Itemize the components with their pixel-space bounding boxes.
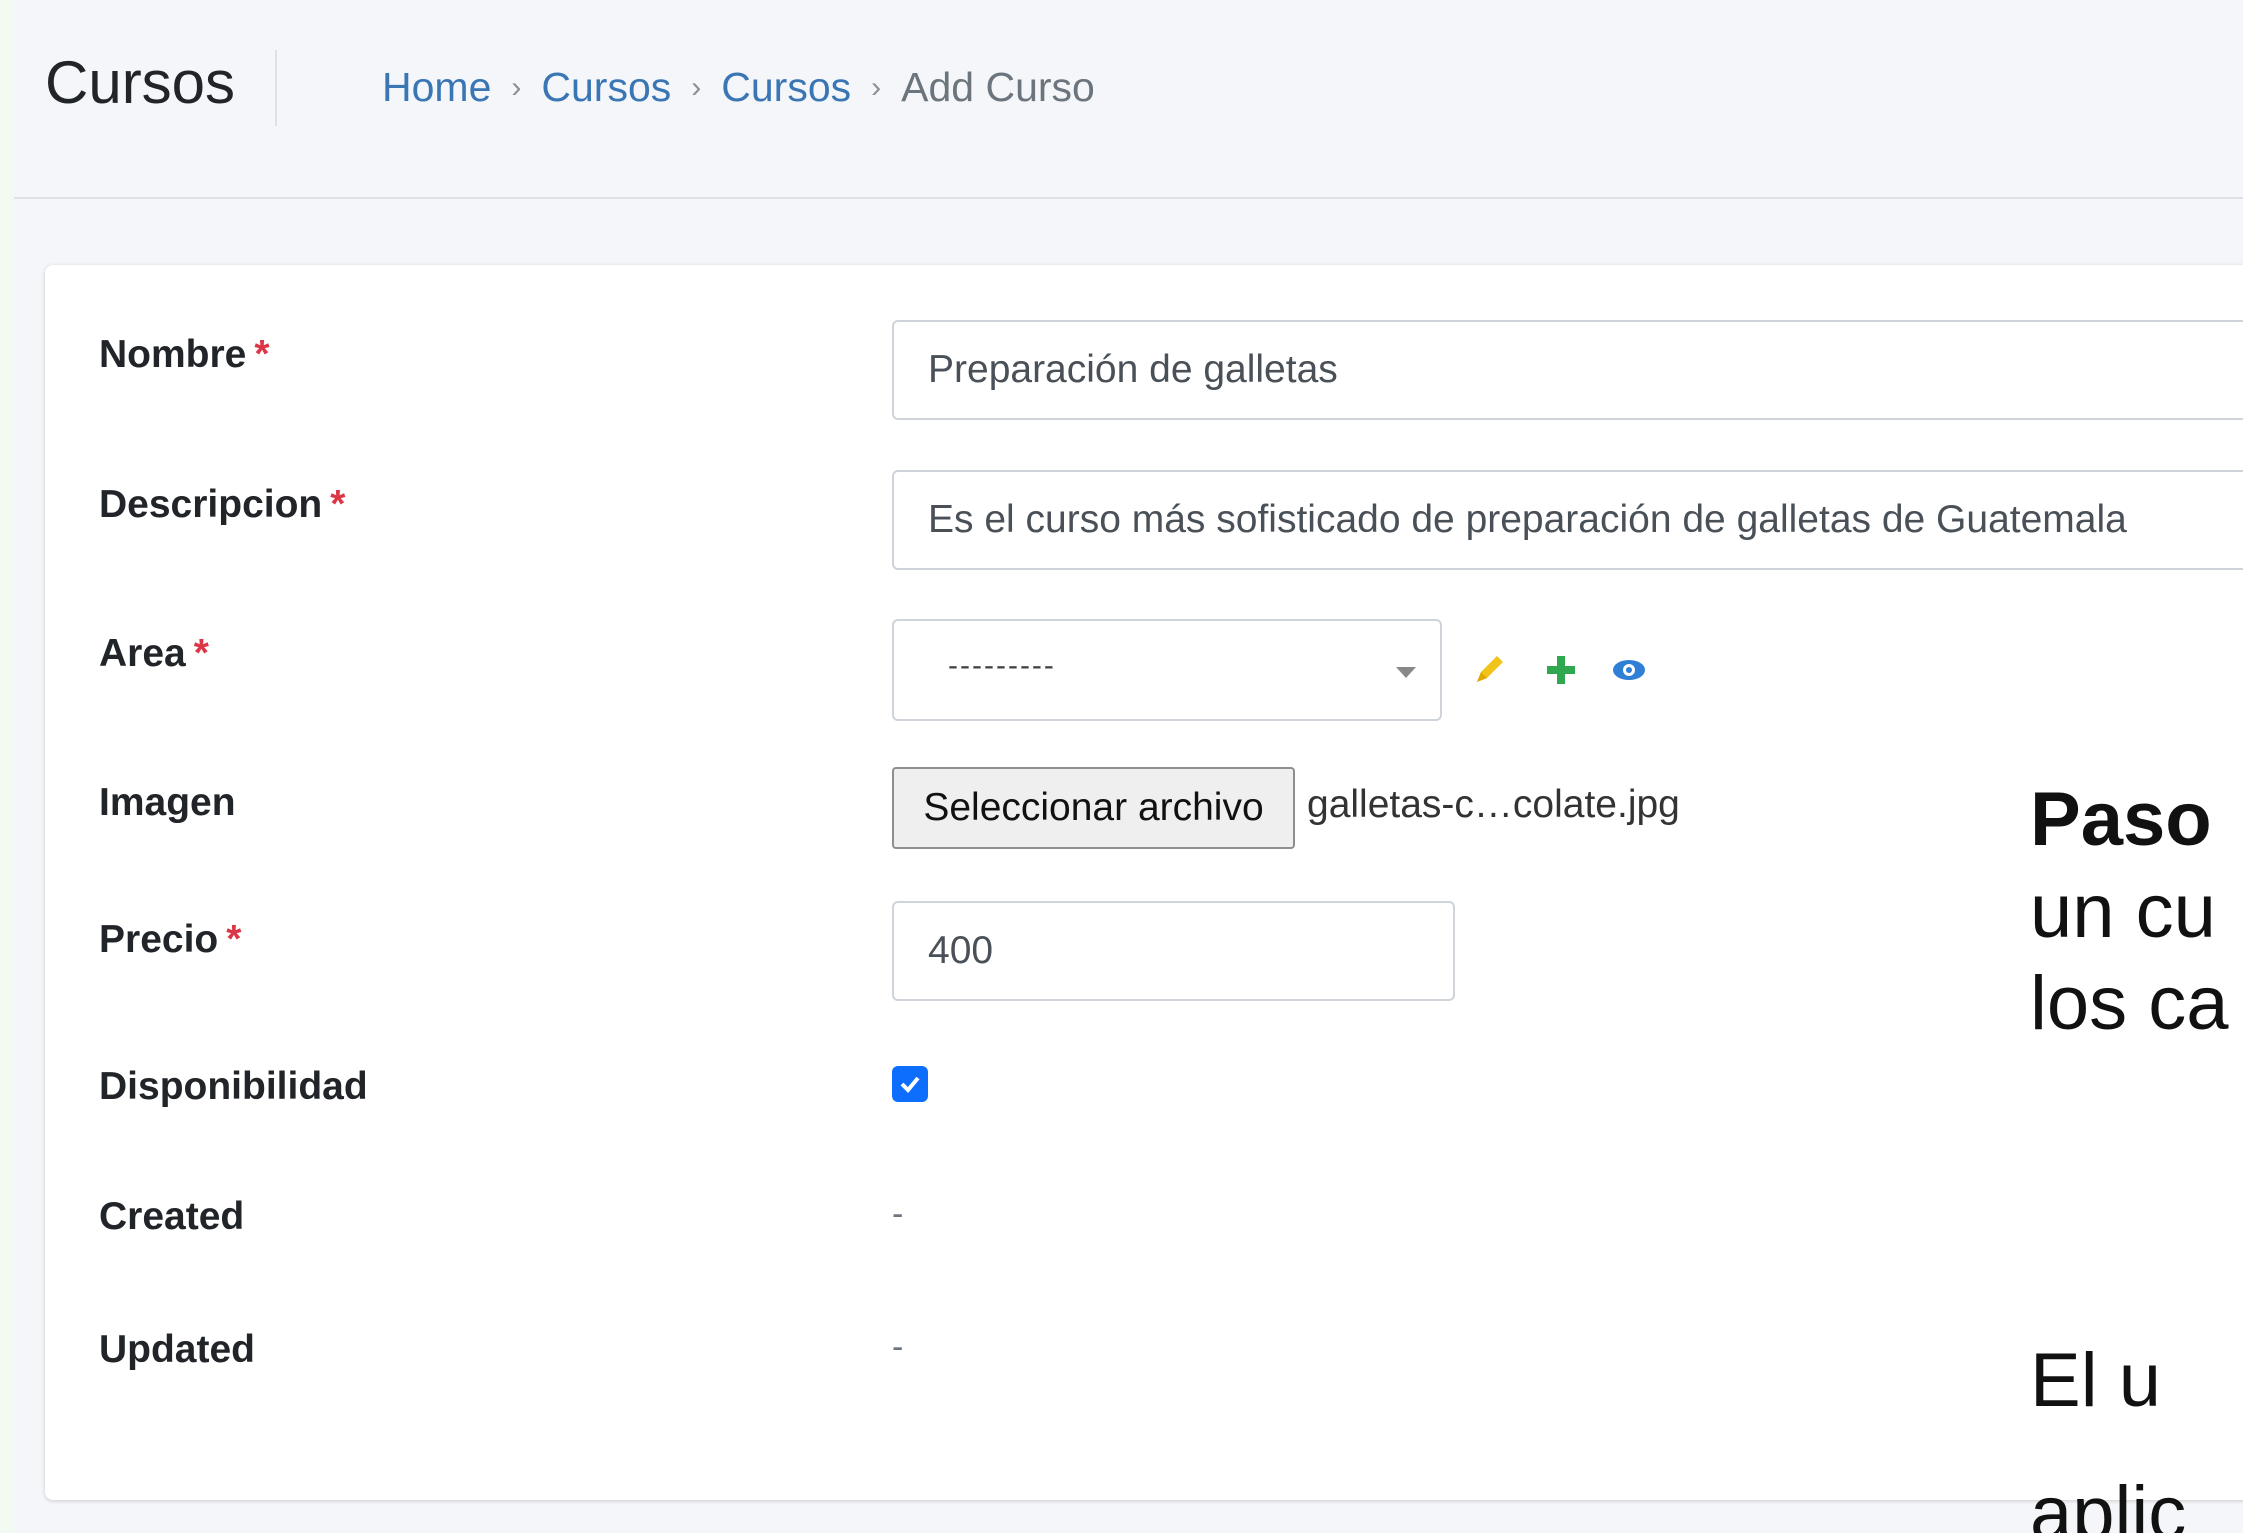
descripcion-input[interactable]: Es el curso más sofisticado de preparaci… <box>892 470 2243 570</box>
required-marker: * <box>226 918 242 961</box>
area-label-text: Area <box>99 632 186 675</box>
left-strip <box>0 0 14 1533</box>
precio-label: Precio * <box>99 918 241 962</box>
created-label: Created <box>99 1195 244 1239</box>
updated-label: Updated <box>99 1328 255 1372</box>
nombre-input[interactable]: Preparación de galletas <box>892 320 2243 420</box>
breadcrumb-separator: › <box>871 70 882 104</box>
updated-label-text: Updated <box>99 1328 255 1371</box>
overlay-line-4: El u <box>2030 1338 2161 1423</box>
imagen-label: Imagen <box>99 781 236 825</box>
disponibilidad-label-text: Disponibilidad <box>99 1065 368 1108</box>
required-marker: * <box>330 483 346 526</box>
selected-file-name: galletas-c…colate.jpg <box>1307 783 1680 826</box>
disponibilidad-checkbox[interactable] <box>892 1066 928 1102</box>
header-divider <box>275 50 277 126</box>
file-select-button[interactable]: Seleccionar archivo <box>892 767 1295 849</box>
descripcion-value: Es el curso más sofisticado de preparaci… <box>928 498 2127 541</box>
overlay-line-2: un cu <box>2030 869 2216 954</box>
overlay-heading: Paso <box>2030 777 2212 862</box>
nombre-label: Nombre * <box>99 333 270 377</box>
breadcrumb-current: Add Curso <box>901 64 1095 110</box>
area-label: Area * <box>99 632 209 676</box>
created-value: - <box>892 1195 904 1233</box>
breadcrumb-cursos-app[interactable]: Cursos <box>541 64 671 111</box>
created-label-text: Created <box>99 1195 245 1238</box>
imagen-label-text: Imagen <box>99 781 236 824</box>
form-card: Nombre * Preparación de galletas Descripc… <box>45 265 2243 1500</box>
descripcion-label: Descripcion * <box>99 483 345 527</box>
required-marker: * <box>193 632 209 675</box>
edit-icon[interactable] <box>1469 650 1509 690</box>
precio-value: 400 <box>928 929 994 972</box>
descripcion-label-text: Descripcion <box>99 483 323 526</box>
overlay-line-5: aplic <box>2030 1471 2187 1533</box>
overlay-line-3: los ca <box>2030 961 2229 1046</box>
required-marker: * <box>254 333 270 376</box>
precio-input[interactable]: 400 <box>892 901 1455 1001</box>
updated-value: - <box>892 1328 904 1366</box>
chevron-down-icon <box>1396 667 1416 678</box>
add-icon[interactable] <box>1541 650 1581 690</box>
breadcrumb: Home › Cursos › Cursos › Add Curso <box>382 64 1095 111</box>
disponibilidad-label: Disponibilidad <box>99 1065 368 1109</box>
breadcrumb-cursos-model[interactable]: Cursos <box>721 64 851 111</box>
area-selected-value: --------- <box>948 649 1056 682</box>
content-header: Cursos Home › Cursos › Cursos › Add Curs… <box>14 0 2243 199</box>
breadcrumb-separator: › <box>691 70 702 104</box>
view-icon[interactable] <box>1609 650 1649 690</box>
breadcrumb-separator: › <box>511 70 522 104</box>
nombre-value: Preparación de galletas <box>928 348 1338 391</box>
breadcrumb-home[interactable]: Home <box>382 64 491 111</box>
page: Cursos Home › Cursos › Cursos › Add Curs… <box>0 0 2243 1533</box>
area-select[interactable]: --------- <box>892 619 1442 721</box>
precio-label-text: Precio <box>99 918 219 961</box>
page-title: Cursos <box>45 49 236 116</box>
checkmark-icon <box>900 1076 920 1093</box>
nombre-label-text: Nombre <box>99 333 247 376</box>
